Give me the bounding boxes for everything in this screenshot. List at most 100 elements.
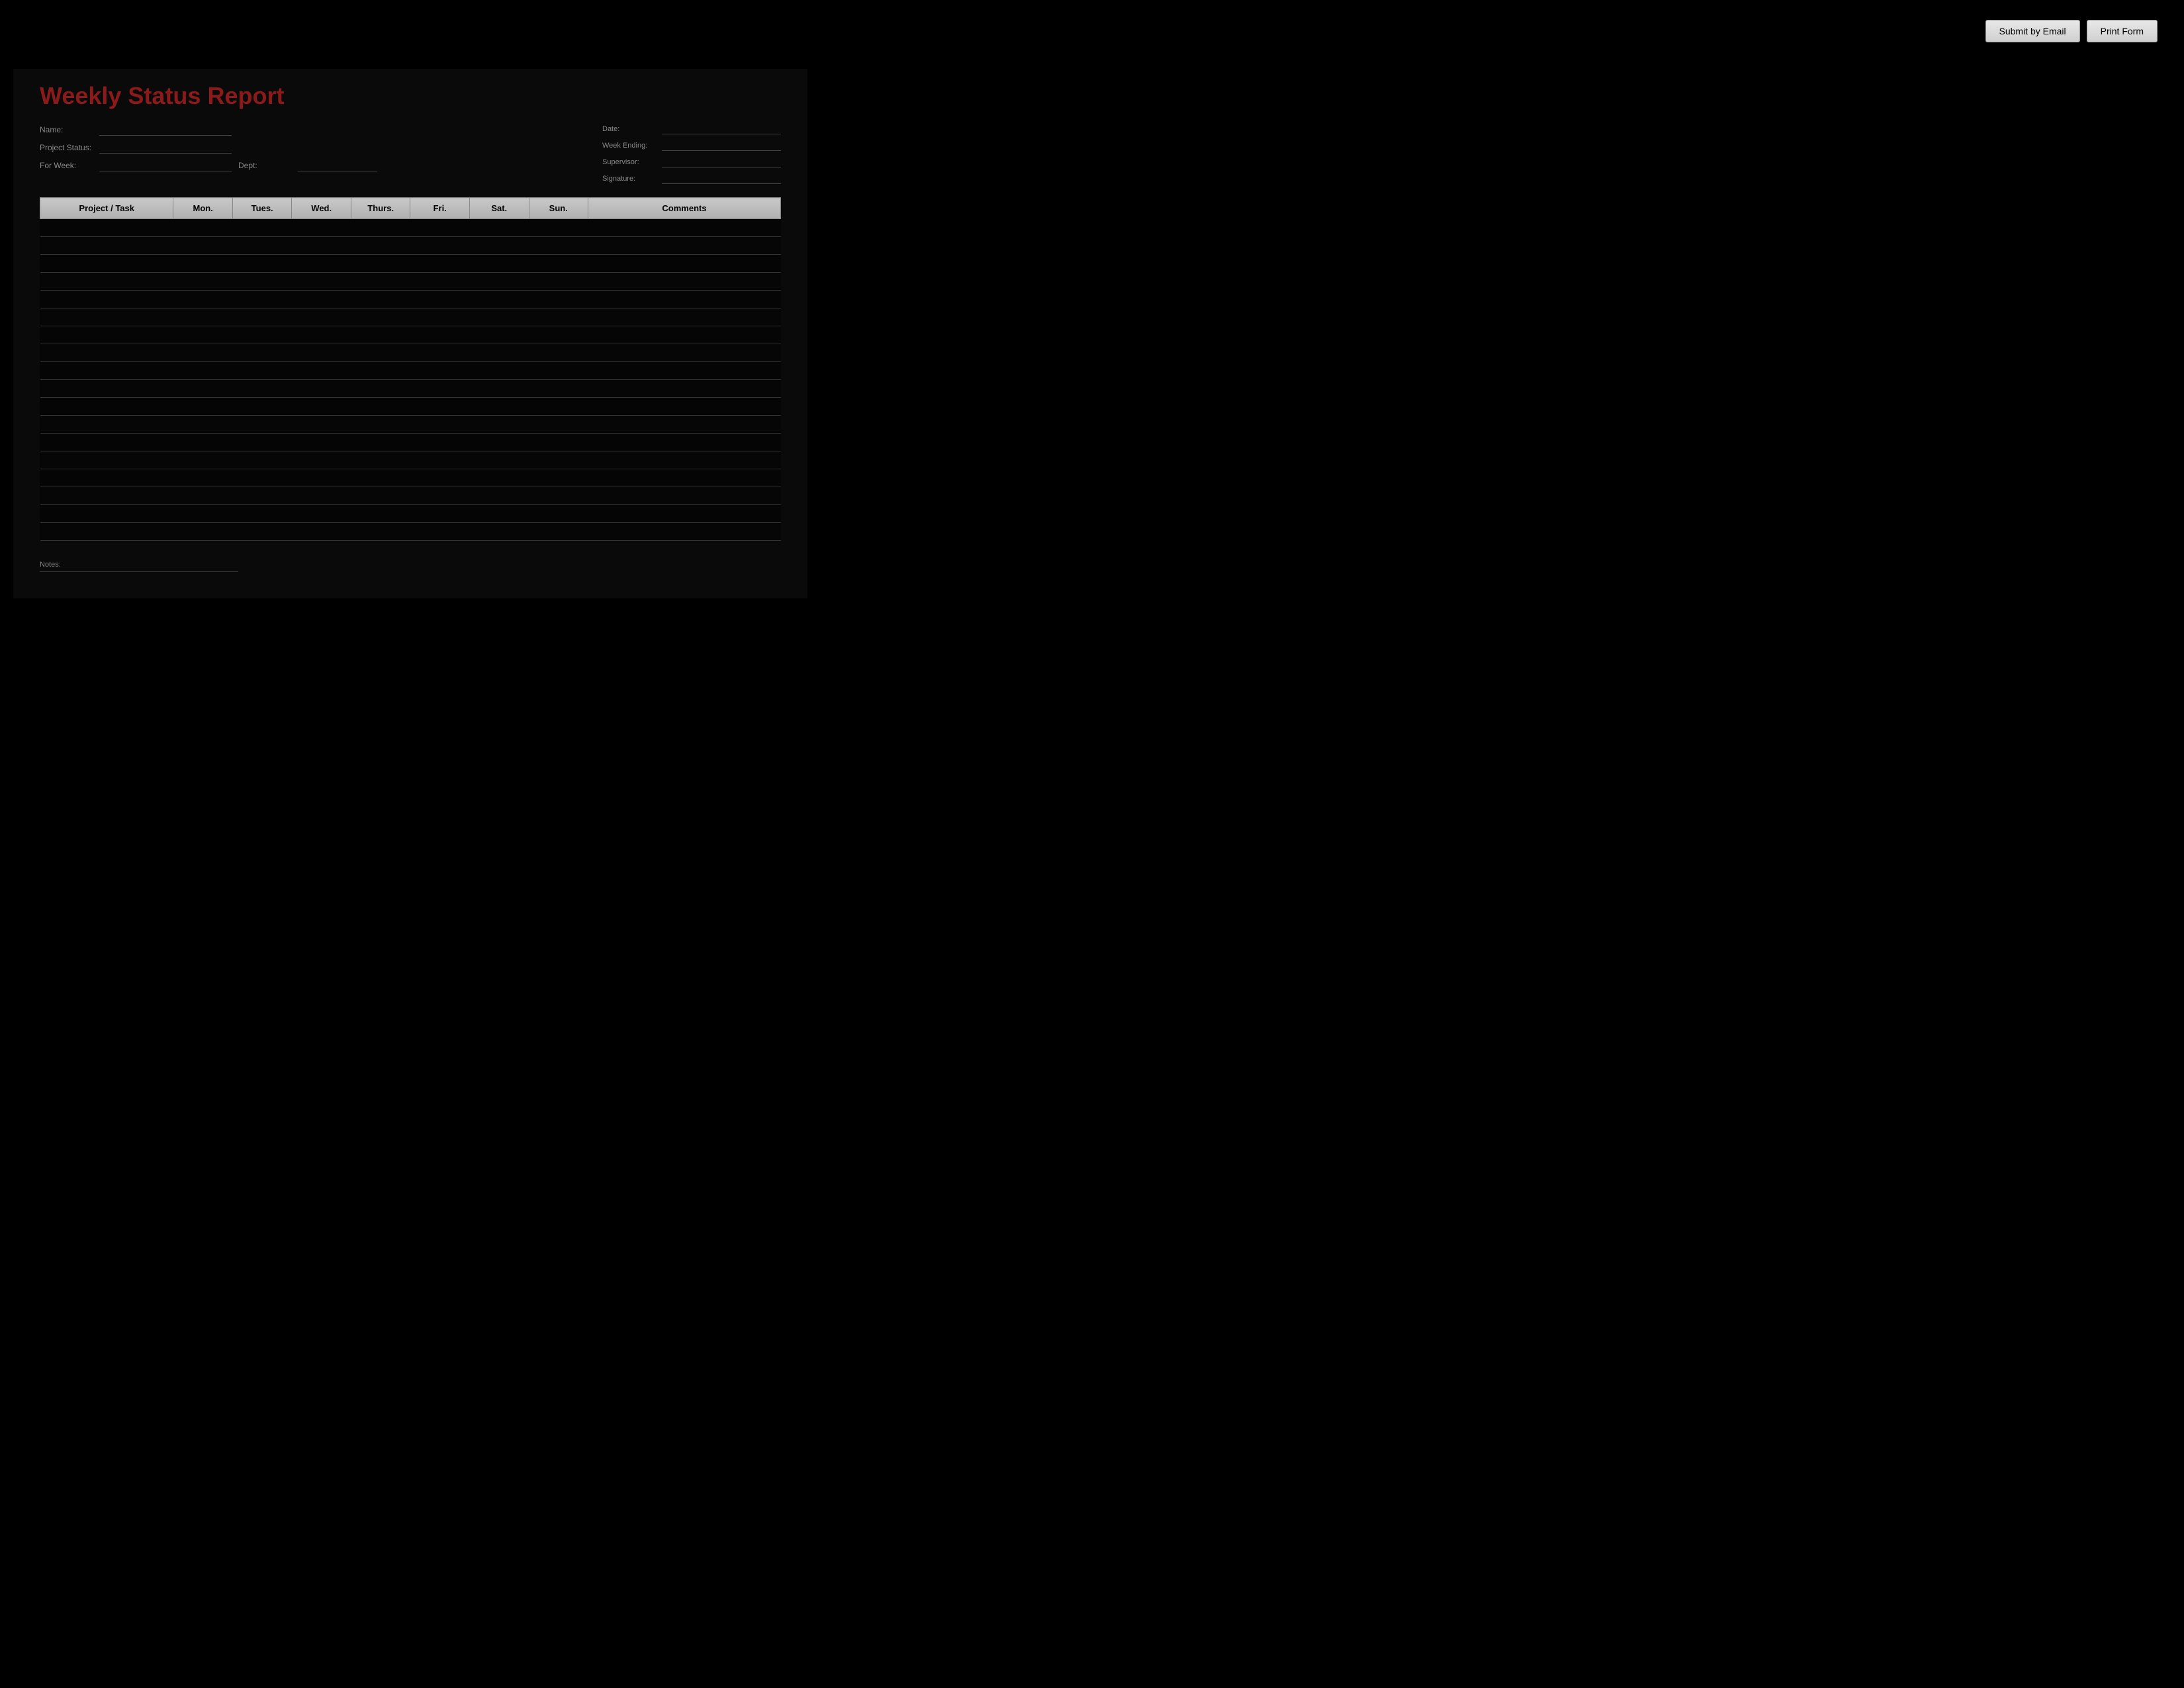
row-13-col-6-input[interactable]: [472, 455, 526, 466]
row-6-col-5-input[interactable]: [413, 330, 467, 341]
row-7-col-5-input[interactable]: [413, 348, 467, 359]
row-11-col-1-input[interactable]: [176, 420, 230, 430]
row-3-col-2-input[interactable]: [235, 277, 289, 287]
row-12-col-5-input[interactable]: [413, 438, 467, 448]
row-4-col-8-input[interactable]: [591, 295, 778, 305]
row-9-col-5-input[interactable]: [413, 384, 467, 395]
row-3-col-0-input[interactable]: [43, 277, 171, 287]
row-8-col-7-input[interactable]: [531, 366, 586, 377]
row-15-col-3-input[interactable]: [295, 491, 349, 502]
row-2-col-8-input[interactable]: [591, 259, 778, 269]
row-5-col-5-input[interactable]: [413, 312, 467, 323]
row-14-col-0-input[interactable]: [43, 473, 171, 484]
row-6-col-2-input[interactable]: [235, 330, 289, 341]
row-12-col-8-input[interactable]: [591, 438, 778, 448]
row-3-col-8-input[interactable]: [591, 277, 778, 287]
row-10-col-3-input[interactable]: [295, 402, 349, 412]
row-16-col-7-input[interactable]: [531, 509, 586, 520]
row-2-col-4-input[interactable]: [353, 259, 408, 269]
row-8-col-4-input[interactable]: [353, 366, 408, 377]
row-0-col-1-input[interactable]: [176, 223, 230, 234]
row-16-col-8-input[interactable]: [591, 509, 778, 520]
row-7-col-2-input[interactable]: [235, 348, 289, 359]
row-15-col-6-input[interactable]: [472, 491, 526, 502]
row-17-col-5-input[interactable]: [413, 527, 467, 538]
row-14-col-1-input[interactable]: [176, 473, 230, 484]
row-16-col-0-input[interactable]: [43, 509, 171, 520]
row-14-col-3-input[interactable]: [295, 473, 349, 484]
row-10-col-2-input[interactable]: [235, 402, 289, 412]
row-3-col-7-input[interactable]: [531, 277, 586, 287]
row-13-col-7-input[interactable]: [531, 455, 586, 466]
row-4-col-1-input[interactable]: [176, 295, 230, 305]
row-17-col-2-input[interactable]: [235, 527, 289, 538]
row-1-col-2-input[interactable]: [235, 241, 289, 252]
row-15-col-1-input[interactable]: [176, 491, 230, 502]
row-12-col-0-input[interactable]: [43, 438, 171, 448]
row-11-col-4-input[interactable]: [353, 420, 408, 430]
row-4-col-2-input[interactable]: [235, 295, 289, 305]
row-11-col-7-input[interactable]: [531, 420, 586, 430]
row-0-col-6-input[interactable]: [472, 223, 526, 234]
row-7-col-3-input[interactable]: [295, 348, 349, 359]
row-8-col-3-input[interactable]: [295, 366, 349, 377]
row-10-col-1-input[interactable]: [176, 402, 230, 412]
row-14-col-6-input[interactable]: [472, 473, 526, 484]
row-8-col-5-input[interactable]: [413, 366, 467, 377]
row-3-col-4-input[interactable]: [353, 277, 408, 287]
project-status-input[interactable]: [99, 141, 232, 154]
row-3-col-5-input[interactable]: [413, 277, 467, 287]
row-0-col-7-input[interactable]: [531, 223, 586, 234]
row-5-col-7-input[interactable]: [531, 312, 586, 323]
row-1-col-7-input[interactable]: [531, 241, 586, 252]
row-1-col-0-input[interactable]: [43, 241, 171, 252]
row-15-col-8-input[interactable]: [591, 491, 778, 502]
row-12-col-4-input[interactable]: [353, 438, 408, 448]
row-16-col-5-input[interactable]: [413, 509, 467, 520]
row-17-col-1-input[interactable]: [176, 527, 230, 538]
row-16-col-2-input[interactable]: [235, 509, 289, 520]
row-2-col-7-input[interactable]: [531, 259, 586, 269]
row-13-col-2-input[interactable]: [235, 455, 289, 466]
row-10-col-7-input[interactable]: [531, 402, 586, 412]
row-7-col-8-input[interactable]: [591, 348, 778, 359]
row-5-col-3-input[interactable]: [295, 312, 349, 323]
row-7-col-1-input[interactable]: [176, 348, 230, 359]
row-9-col-1-input[interactable]: [176, 384, 230, 395]
row-13-col-4-input[interactable]: [353, 455, 408, 466]
row-8-col-1-input[interactable]: [176, 366, 230, 377]
row-9-col-4-input[interactable]: [353, 384, 408, 395]
name-input[interactable]: [99, 123, 232, 136]
row-3-col-3-input[interactable]: [295, 277, 349, 287]
row-1-col-1-input[interactable]: [176, 241, 230, 252]
row-17-col-7-input[interactable]: [531, 527, 586, 538]
row-5-col-6-input[interactable]: [472, 312, 526, 323]
row-15-col-5-input[interactable]: [413, 491, 467, 502]
row-14-col-8-input[interactable]: [591, 473, 778, 484]
row-2-col-3-input[interactable]: [295, 259, 349, 269]
row-11-col-6-input[interactable]: [472, 420, 526, 430]
row-1-col-6-input[interactable]: [472, 241, 526, 252]
row-10-col-5-input[interactable]: [413, 402, 467, 412]
row-14-col-4-input[interactable]: [353, 473, 408, 484]
row-5-col-1-input[interactable]: [176, 312, 230, 323]
row-5-col-8-input[interactable]: [591, 312, 778, 323]
week-ending-input[interactable]: [662, 140, 781, 151]
signature-input[interactable]: [662, 173, 781, 184]
row-4-col-3-input[interactable]: [295, 295, 349, 305]
row-9-col-0-input[interactable]: [43, 384, 171, 395]
row-0-col-4-input[interactable]: [353, 223, 408, 234]
row-0-col-3-input[interactable]: [295, 223, 349, 234]
row-9-col-7-input[interactable]: [531, 384, 586, 395]
row-4-col-6-input[interactable]: [472, 295, 526, 305]
row-1-col-5-input[interactable]: [413, 241, 467, 252]
row-15-col-4-input[interactable]: [353, 491, 408, 502]
row-15-col-0-input[interactable]: [43, 491, 171, 502]
row-2-col-2-input[interactable]: [235, 259, 289, 269]
row-8-col-8-input[interactable]: [591, 366, 778, 377]
row-11-col-0-input[interactable]: [43, 420, 171, 430]
row-6-col-4-input[interactable]: [353, 330, 408, 341]
row-16-col-1-input[interactable]: [176, 509, 230, 520]
row-6-col-6-input[interactable]: [472, 330, 526, 341]
row-6-col-8-input[interactable]: [591, 330, 778, 341]
